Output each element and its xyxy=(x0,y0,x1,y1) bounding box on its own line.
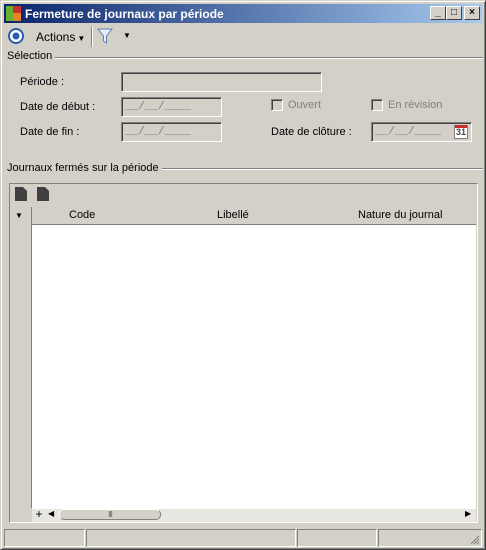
column-header-nature[interactable]: Nature du journal xyxy=(358,209,442,221)
grid-body[interactable] xyxy=(32,225,476,508)
document-copy-icon[interactable] xyxy=(37,187,49,201)
periode-field[interactable] xyxy=(121,72,322,92)
window-title: Fermeture de journaux par période xyxy=(25,7,224,21)
chevron-down-icon: ▼ xyxy=(77,34,86,43)
row-header-column xyxy=(11,207,32,508)
app-logo-icon xyxy=(6,6,21,21)
date-fin-field[interactable]: __/__/____ xyxy=(121,122,222,142)
status-panel xyxy=(297,529,377,547)
filter-dropdown-icon[interactable]: ▼ xyxy=(123,31,131,40)
date-debut-label: Date de début : xyxy=(20,101,96,113)
filter-funnel-icon[interactable] xyxy=(97,28,113,45)
actions-label: Actions xyxy=(36,30,76,44)
toolbar: Actions ▼ ▼ xyxy=(4,25,482,49)
circle-target-icon[interactable] xyxy=(8,28,24,44)
en-revision-label: En révision xyxy=(388,99,443,111)
status-panel xyxy=(4,529,85,547)
scroll-thumb[interactable]: III xyxy=(59,509,161,520)
actions-menu-button[interactable]: Actions ▼ xyxy=(36,30,85,44)
periode-label: Période : xyxy=(20,76,65,88)
toolbar-separator xyxy=(91,27,92,47)
grid-header: Code Libellé Nature du journal xyxy=(32,207,476,225)
title-bar[interactable]: Fermeture de journaux par période _ □ × xyxy=(4,4,482,23)
selection-section-title: Sélection xyxy=(7,50,56,62)
journaux-section-title: Journaux fermés sur la période xyxy=(7,162,162,174)
scroll-left-icon[interactable]: ◀ xyxy=(48,509,54,518)
calendar-icon[interactable]: 31 xyxy=(454,125,468,139)
status-panel xyxy=(378,529,482,547)
column-header-libelle[interactable]: Libellé xyxy=(217,209,249,221)
column-header-code[interactable]: Code xyxy=(69,209,95,221)
status-bar xyxy=(4,529,482,547)
ouvert-label: Ouvert xyxy=(288,99,322,111)
row-selector-arrow-icon[interactable]: ▼ xyxy=(15,211,23,220)
document-icon[interactable] xyxy=(15,187,27,201)
scroll-right-icon[interactable]: ▶ xyxy=(465,509,471,518)
close-button[interactable]: × xyxy=(464,6,480,20)
main-window: Fermeture de journaux par période _ □ × … xyxy=(0,0,486,550)
maximize-button[interactable]: □ xyxy=(446,6,462,20)
ouvert-checkbox[interactable] xyxy=(271,99,283,111)
date-cloture-label: Date de clôture : xyxy=(271,126,352,138)
en-revision-checkbox[interactable] xyxy=(371,99,383,111)
status-panel xyxy=(86,529,296,547)
date-fin-label: Date de fin : xyxy=(20,126,80,138)
date-debut-field[interactable]: __/__/____ xyxy=(121,97,222,117)
add-row-button[interactable]: + xyxy=(33,508,45,521)
selection-divider xyxy=(7,57,483,59)
minimize-button[interactable]: _ xyxy=(430,6,446,20)
resize-grip-icon[interactable] xyxy=(470,535,480,545)
